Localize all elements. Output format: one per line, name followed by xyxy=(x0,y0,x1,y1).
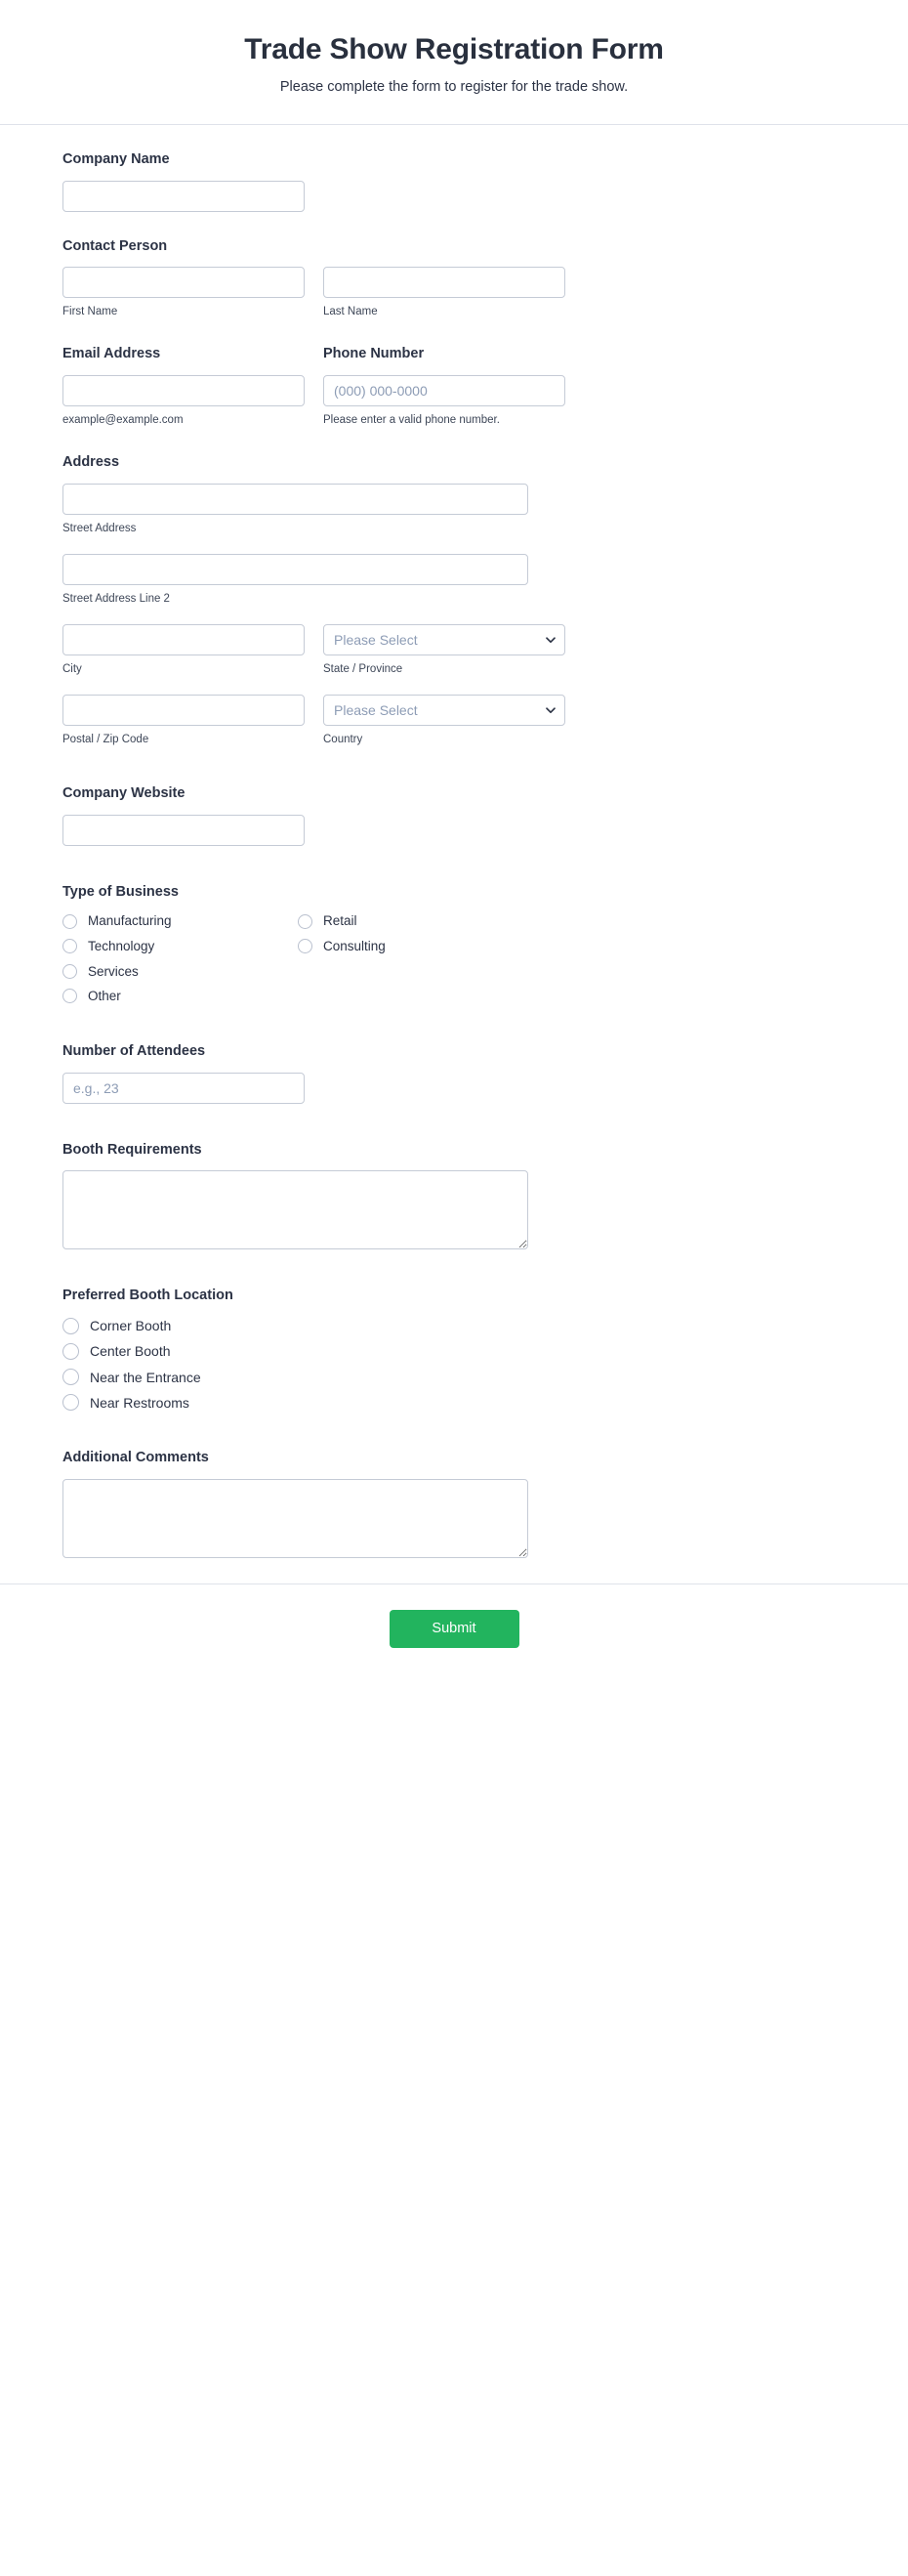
radio-label: Technology xyxy=(88,939,155,954)
state-sublabel: State / Province xyxy=(323,662,403,675)
radio-label: Near Restrooms xyxy=(90,1394,189,1411)
radio-circle-icon xyxy=(62,939,77,954)
attendees-input[interactable] xyxy=(62,1072,305,1104)
additional-comments-label: Additional Comments xyxy=(62,1449,209,1465)
radio-circle-icon xyxy=(298,913,312,929)
radio-near-entrance[interactable]: Near the Entrance xyxy=(62,1369,846,1386)
form-footer: Submit xyxy=(0,1583,908,1691)
radio-technology[interactable]: Technology xyxy=(62,938,298,955)
form-header: Trade Show Registration Form Please comp… xyxy=(0,0,908,125)
postal-code-input[interactable] xyxy=(62,694,305,726)
phone-field[interactable] xyxy=(323,375,565,407)
country-sublabel: Country xyxy=(323,733,363,745)
page-subtitle: Please complete the form to register for… xyxy=(279,78,629,95)
last-name-sublabel: Last Name xyxy=(323,306,378,318)
business-type-label: Type of Business xyxy=(62,883,179,900)
booth-requirements-textarea[interactable] xyxy=(62,1170,528,1250)
street-address-2-group: Street Address Line 2 xyxy=(62,553,846,607)
radio-consulting[interactable]: Consulting xyxy=(298,938,533,955)
city-group: City xyxy=(62,623,305,677)
booth-location-radio-group: Corner Booth Center Booth Near the Entra… xyxy=(62,1317,846,1412)
booth-requirements-label: Booth Requirements xyxy=(62,1141,202,1158)
contact-person-label: Contact Person xyxy=(62,237,168,254)
field-company-website: Company Website xyxy=(62,784,846,846)
postal-sublabel: Postal / Zip Code xyxy=(62,733,149,745)
state-select-value: Please Select xyxy=(334,631,418,648)
registration-form: Trade Show Registration Form Please comp… xyxy=(0,0,908,1692)
country-select[interactable]: Please Select xyxy=(323,694,565,726)
company-name-input[interactable] xyxy=(62,180,305,212)
radio-other[interactable]: Other xyxy=(62,988,298,1005)
radio-circle-icon xyxy=(62,989,77,1004)
field-company-name: Company Name xyxy=(62,150,846,212)
first-name-sublabel: First Name xyxy=(62,306,118,318)
radio-label: Corner Booth xyxy=(90,1318,172,1334)
radio-circle-icon xyxy=(62,963,77,979)
email-field[interactable] xyxy=(62,375,305,407)
additional-comments-textarea[interactable] xyxy=(62,1478,528,1558)
street-address-sublabel: Street Address xyxy=(62,523,137,535)
postal-group: Postal / Zip Code xyxy=(62,694,305,747)
company-website-label: Company Website xyxy=(62,784,186,801)
business-type-column-1: Manufacturing Technology Services Other xyxy=(62,912,298,1004)
attendees-label: Number of Attendees xyxy=(62,1042,206,1059)
first-name-input[interactable] xyxy=(62,267,305,299)
radio-center-booth[interactable]: Center Booth xyxy=(62,1342,846,1360)
address-label: Address xyxy=(62,454,120,471)
radio-circle-icon xyxy=(62,1317,79,1334)
state-select[interactable]: Please Select xyxy=(323,623,565,655)
field-contact-person: Contact Person First Name Last Name xyxy=(62,237,846,320)
last-name-input[interactable] xyxy=(323,267,565,299)
field-additional-comments: Additional Comments xyxy=(62,1449,846,1558)
phone-group: Phone Number Please enter a valid phone … xyxy=(323,345,565,428)
company-name-label: Company Name xyxy=(62,150,170,167)
radio-circle-icon xyxy=(62,1342,79,1360)
radio-circle-icon xyxy=(62,1394,79,1412)
street-address-group: Street Address xyxy=(62,484,846,536)
radio-label: Services xyxy=(88,963,139,979)
radio-label: Other xyxy=(88,989,121,1004)
field-email-phone: Email Address example@example.com Phone … xyxy=(62,345,846,428)
field-booth-location: Preferred Booth Location Corner Booth Ce… xyxy=(62,1287,846,1412)
radio-label: Near the Entrance xyxy=(90,1369,201,1385)
street-address-2-sublabel: Street Address Line 2 xyxy=(62,592,170,605)
radio-near-restrooms[interactable]: Near Restrooms xyxy=(62,1394,846,1412)
field-booth-requirements: Booth Requirements xyxy=(62,1141,846,1250)
booth-location-label: Preferred Booth Location xyxy=(62,1288,233,1304)
business-type-radio-group: Manufacturing Technology Services Other xyxy=(62,912,846,1004)
radio-label: Manufacturing xyxy=(88,913,172,929)
country-group: Please Select Country xyxy=(323,694,565,747)
radio-circle-icon xyxy=(298,939,312,954)
radio-label: Consulting xyxy=(323,939,386,954)
phone-label: Phone Number xyxy=(323,346,425,362)
radio-retail[interactable]: Retail xyxy=(298,912,533,930)
radio-services[interactable]: Services xyxy=(62,963,298,981)
company-website-input[interactable] xyxy=(62,814,305,846)
radio-manufacturing[interactable]: Manufacturing xyxy=(62,912,298,930)
business-type-column-2: Retail Consulting xyxy=(298,912,533,1004)
email-group: Email Address example@example.com xyxy=(62,345,305,428)
city-sublabel: City xyxy=(62,662,82,675)
page-title: Trade Show Registration Form xyxy=(244,33,664,65)
submit-button[interactable]: Submit xyxy=(389,1609,519,1649)
state-group: Please Select State / Province xyxy=(323,623,565,677)
radio-circle-icon xyxy=(62,1369,79,1386)
radio-circle-icon xyxy=(62,913,77,929)
phone-help-text: Please enter a valid phone number. xyxy=(323,414,500,427)
radio-label: Center Booth xyxy=(90,1343,171,1360)
street-address-input[interactable] xyxy=(62,484,528,516)
city-input[interactable] xyxy=(62,623,305,655)
email-help-text: example@example.com xyxy=(62,414,184,427)
first-name-group: First Name xyxy=(62,267,305,319)
field-business-type: Type of Business Manufacturing Technolog… xyxy=(62,883,846,1005)
field-address: Address Street Address Street Address Li… xyxy=(62,453,846,747)
radio-label: Retail xyxy=(323,913,357,929)
field-number-of-attendees: Number of Attendees xyxy=(62,1042,846,1104)
radio-corner-booth[interactable]: Corner Booth xyxy=(62,1317,846,1334)
last-name-group: Last Name xyxy=(323,267,565,319)
street-address-2-input[interactable] xyxy=(62,553,528,585)
form-body: Company Name Contact Person First Name L… xyxy=(0,125,908,1558)
email-label: Email Address xyxy=(62,346,161,362)
country-select-value: Please Select xyxy=(334,701,418,718)
